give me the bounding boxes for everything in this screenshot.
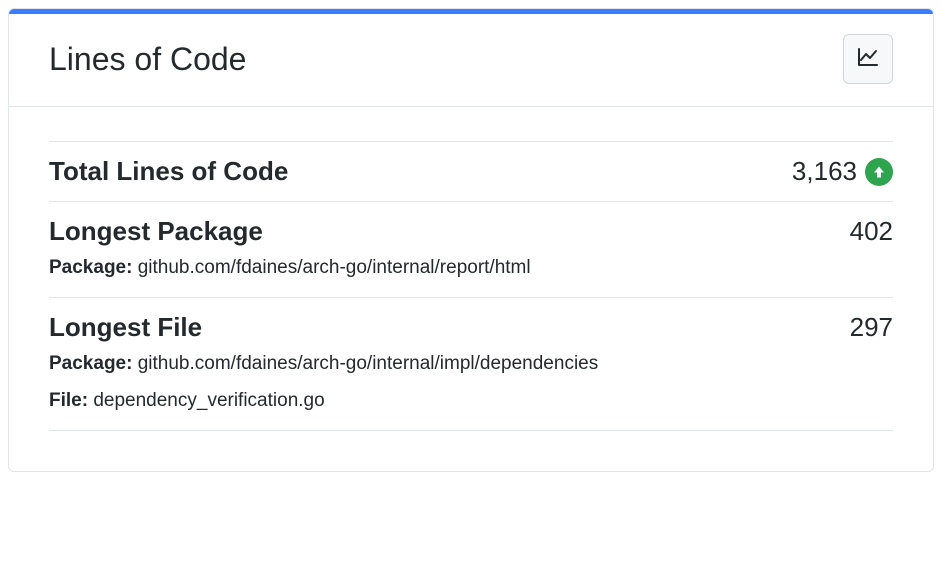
metric-longest-file: Longest File 297 Package: github.com/fda… (49, 298, 893, 431)
metric-value: 402 (850, 216, 893, 247)
metric-value: 3,163 (792, 156, 857, 187)
metric-label: Longest Package (49, 216, 263, 247)
metric-sub-package: Package: github.com/fdaines/arch-go/inte… (49, 253, 893, 283)
metric-longest-package: Longest Package 402 Package: github.com/… (49, 202, 893, 298)
metric-value-wrap: 3,163 (792, 156, 893, 187)
metric-label: Longest File (49, 312, 202, 343)
metric-row-top: Total Lines of Code 3,163 (49, 156, 893, 187)
sub-key-file: File: (49, 390, 88, 411)
sub-val-package: github.com/fdaines/arch-go/internal/impl… (138, 353, 599, 374)
sub-val-file: dependency_verification.go (93, 390, 324, 411)
metric-value-wrap: 297 (850, 312, 893, 343)
metric-sub-package: Package: github.com/fdaines/arch-go/inte… (49, 349, 893, 379)
metric-value-wrap: 402 (850, 216, 893, 247)
card-title: Lines of Code (49, 41, 246, 78)
lines-of-code-card: Lines of Code Total Lines of Code 3,163 (8, 8, 934, 472)
sub-val-package: github.com/fdaines/arch-go/internal/repo… (138, 257, 531, 278)
metric-value: 297 (850, 312, 893, 343)
card-body: Total Lines of Code 3,163 Longest Packag… (9, 107, 933, 471)
trend-up-icon (865, 158, 893, 186)
sub-key-package: Package: (49, 353, 132, 374)
sub-key-package: Package: (49, 257, 132, 278)
metric-row-top: Longest Package 402 (49, 216, 893, 247)
chart-icon (856, 45, 880, 74)
card-header: Lines of Code (9, 14, 933, 107)
metric-total-lines: Total Lines of Code 3,163 (49, 141, 893, 202)
chart-toggle-button[interactable] (843, 34, 893, 84)
metric-label: Total Lines of Code (49, 156, 288, 187)
metric-sub-file: File: dependency_verification.go (49, 386, 893, 416)
metric-row-top: Longest File 297 (49, 312, 893, 343)
